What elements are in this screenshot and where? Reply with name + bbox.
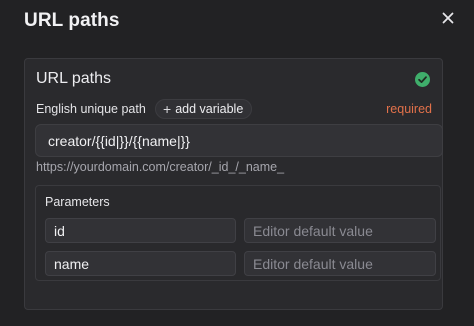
parameters-section: Parameters id Editor default value name … bbox=[35, 185, 441, 281]
required-indicator: required bbox=[386, 102, 432, 116]
check-circle-icon bbox=[415, 72, 430, 87]
parameter-row: name Editor default value bbox=[45, 251, 436, 276]
dialog-title: URL paths bbox=[24, 10, 120, 31]
default-value-placeholder: Editor default value bbox=[253, 255, 373, 272]
path-field-label: English unique path bbox=[36, 102, 146, 116]
parameter-name-field[interactable]: id bbox=[45, 218, 236, 243]
parameter-name: id bbox=[54, 222, 65, 239]
url-paths-dialog: URL paths URL paths English unique path … bbox=[0, 0, 474, 326]
plus-icon: + bbox=[163, 101, 172, 117]
parameter-name: name bbox=[54, 255, 90, 272]
parameter-row: id Editor default value bbox=[45, 218, 436, 243]
close-icon[interactable] bbox=[439, 9, 457, 27]
add-variable-button[interactable]: + add variable bbox=[155, 99, 253, 119]
default-value-input[interactable]: Editor default value bbox=[244, 251, 436, 276]
add-variable-label: add variable bbox=[175, 102, 244, 116]
url-path-input[interactable]: creator/{{id|}}/{{name|}} bbox=[35, 124, 443, 157]
parameters-title: Parameters bbox=[45, 195, 110, 209]
parameter-name-field[interactable]: name bbox=[45, 251, 236, 276]
url-paths-panel: URL paths English unique path + add vari… bbox=[24, 58, 443, 310]
default-value-placeholder: Editor default value bbox=[253, 222, 373, 239]
default-value-input[interactable]: Editor default value bbox=[244, 218, 436, 243]
url-path-value: creator/{{id|}}/{{name|}} bbox=[48, 132, 190, 149]
url-preview: https://yourdomain.com/creator/_id_/_nam… bbox=[36, 160, 285, 174]
panel-title: URL paths bbox=[36, 70, 111, 87]
